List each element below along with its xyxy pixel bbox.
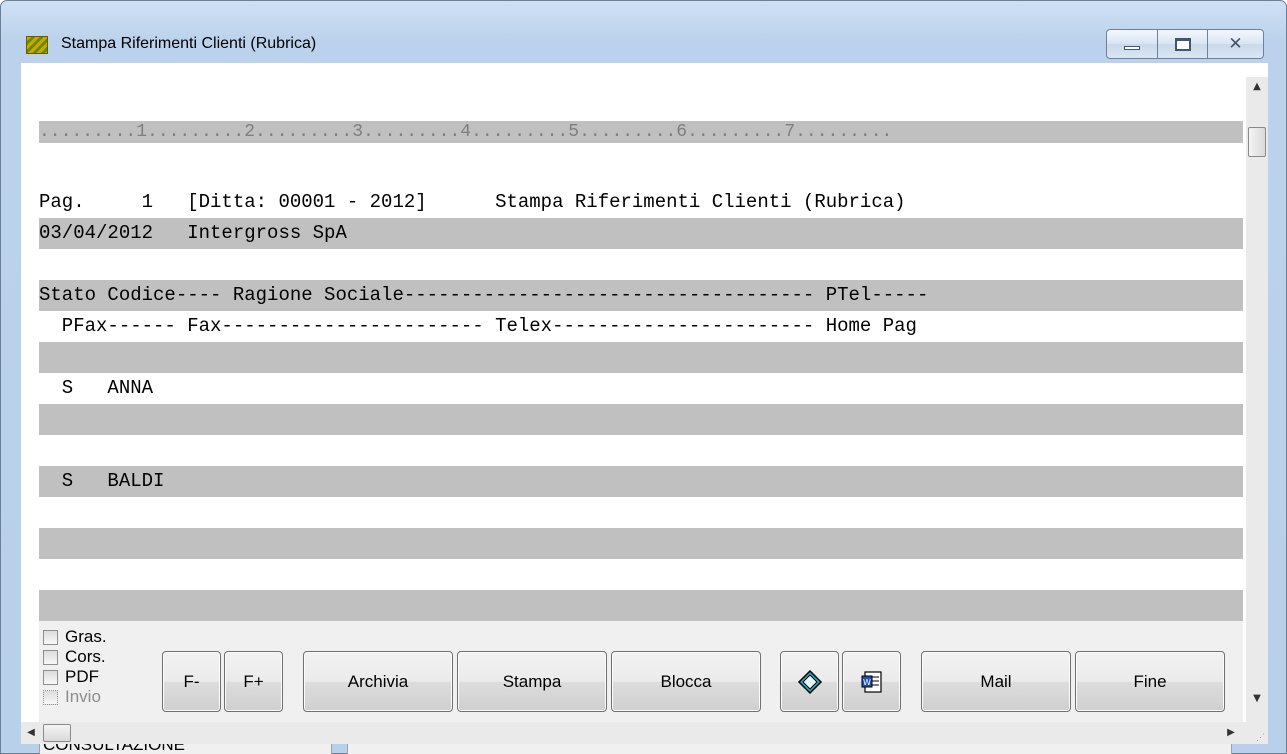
column-ruler: .........1.........2.........3.........4…: [39, 121, 1243, 143]
window-controls: ✕: [1106, 29, 1264, 59]
horizontal-scroll-thumb[interactable]: [43, 724, 71, 742]
stampa-button[interactable]: Stampa: [457, 651, 607, 712]
close-icon: ✕: [1228, 34, 1243, 54]
scroll-right-arrow-icon[interactable]: ▶: [1221, 722, 1241, 744]
window-title: Stampa Riferimenti Clienti (Rubrica): [61, 35, 317, 52]
resize-grip-icon[interactable]: ⋰: [1246, 722, 1268, 744]
maximize-icon: [1174, 37, 1191, 51]
blocca-button[interactable]: Blocca: [611, 651, 761, 712]
close-button[interactable]: ✕: [1208, 29, 1264, 59]
word-document-icon: W: [861, 670, 882, 693]
report-line: [39, 435, 1243, 466]
checkbox-box: [43, 629, 58, 645]
svg-text:W: W: [863, 678, 871, 687]
report-lines: Pag. 1 [Ditta: 00001 - 2012] Stampa Rife…: [39, 187, 1243, 621]
report-line: S BALDI: [39, 466, 1243, 497]
control-panel: Gras. Cors. PDF Invio F- F+ Archivia Sta…: [39, 621, 1243, 754]
report-line: 03/04/2012 Intergross SpA: [39, 218, 1243, 249]
report-line: S ANNA: [39, 377, 154, 399]
fine-button[interactable]: Fine: [1075, 651, 1225, 712]
minimize-button[interactable]: [1106, 29, 1158, 59]
cors-label: Cors.: [65, 647, 106, 666]
export-word-button[interactable]: W: [842, 651, 901, 712]
pdf-checkbox[interactable]: PDF: [43, 667, 99, 687]
scroll-down-arrow-icon[interactable]: ▼: [1246, 689, 1268, 709]
cors-checkbox[interactable]: Cors.: [43, 647, 106, 667]
font-increase-button[interactable]: F+: [224, 651, 283, 712]
report-line: [39, 590, 1243, 621]
scroll-left-arrow-icon[interactable]: ◀: [21, 722, 41, 744]
horizontal-scrollbar[interactable]: ◀ ▶: [21, 722, 1246, 744]
minimize-icon: [1124, 46, 1140, 50]
report-line: [39, 497, 1243, 528]
report-line: [39, 404, 1243, 435]
vertical-scroll-thumb[interactable]: [1248, 127, 1266, 157]
report-line: [39, 528, 1243, 559]
diamond-export-icon: [797, 669, 822, 694]
checkbox-box: [43, 669, 58, 685]
window: Stampa Riferimenti Clienti (Rubrica) ✕ .…: [0, 0, 1287, 754]
client-area: .........1.........2.........3.........4…: [21, 63, 1268, 754]
archivia-button[interactable]: Archivia: [303, 651, 453, 712]
app-icon[interactable]: [26, 36, 48, 54]
report-line: [39, 249, 1243, 280]
pdf-label: PDF: [65, 667, 99, 686]
export-diamond-button[interactable]: [780, 651, 839, 712]
report-line: Stato Codice---- Ragione Sociale--------…: [39, 280, 1243, 311]
invio-checkbox: Invio: [43, 687, 101, 707]
font-decrease-button[interactable]: F-: [162, 651, 221, 712]
report-line: [39, 559, 1243, 590]
report-line: Pag. 1 [Ditta: 00001 - 2012] Stampa Rife…: [39, 191, 906, 213]
gras-checkbox[interactable]: Gras.: [43, 627, 107, 647]
vertical-scrollbar[interactable]: ▲ ▼: [1246, 77, 1268, 722]
mail-button[interactable]: Mail: [921, 651, 1071, 712]
maximize-button[interactable]: [1158, 29, 1208, 59]
invio-label: Invio: [65, 687, 101, 706]
report-line: PFax------ Fax----------------------- Te…: [39, 315, 917, 337]
checkbox-box: [43, 649, 58, 665]
report-line: [39, 342, 1243, 373]
report-preview[interactable]: .........1.........2.........3.........4…: [39, 77, 1243, 621]
title-bar[interactable]: Stampa Riferimenti Clienti (Rubrica) ✕: [1, 1, 1286, 59]
scroll-up-arrow-icon[interactable]: ▲: [1246, 77, 1268, 97]
checkbox-box: [43, 689, 58, 705]
gras-label: Gras.: [65, 627, 107, 646]
